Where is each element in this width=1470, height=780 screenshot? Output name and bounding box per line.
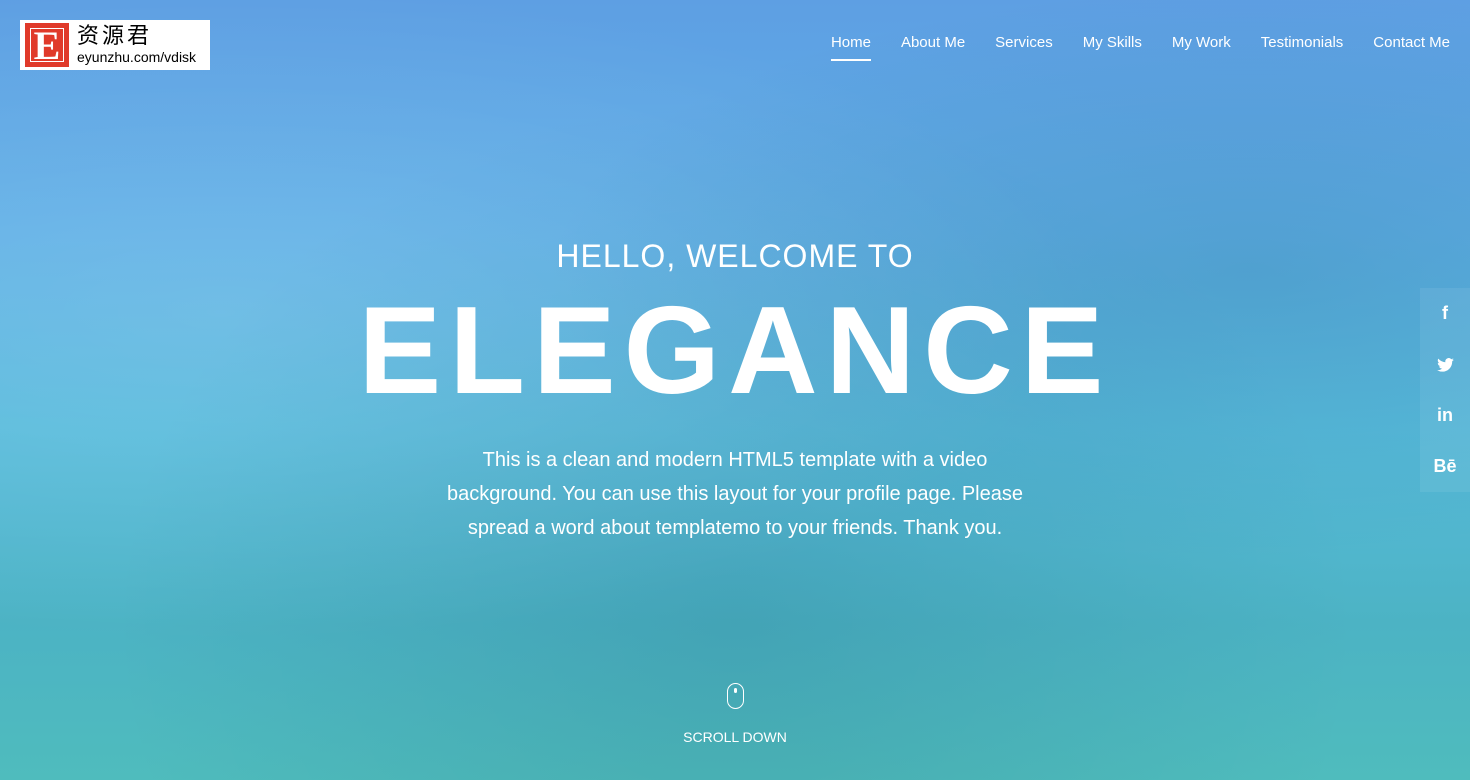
scroll-down[interactable]: SCROLL DOWN [0,683,1470,745]
hero: HELLO, WELCOME TO ELEGANCE This is a cle… [0,238,1470,545]
nav-testimonials[interactable]: Testimonials [1261,34,1344,61]
scroll-down-label: SCROLL DOWN [683,729,787,745]
logo[interactable]: E 资源君 eyunzhu.com/vdisk [20,20,210,70]
main-nav: Home About Me Services My Skills My Work… [830,34,1450,61]
facebook-icon[interactable]: f [1420,288,1470,339]
logo-url: eyunzhu.com/vdisk [77,49,197,65]
social-bar: f in Bē [1420,288,1470,492]
behance-icon[interactable]: Bē [1420,441,1470,492]
logo-chinese: 资源君 [77,24,153,49]
nav-services[interactable]: Services [995,34,1053,61]
hero-description: This is a clean and modern HTML5 templat… [447,449,1023,539]
logo-mark: E [25,23,69,68]
linkedin-icon[interactable]: in [1420,390,1470,441]
mouse-icon [726,683,744,709]
hero-subtitle: HELLO, WELCOME TO [556,238,914,274]
nav-my-skills[interactable]: My Skills [1083,34,1142,61]
twitter-icon[interactable] [1420,339,1470,390]
hero-title: ELEGANCE [358,282,1112,420]
nav-my-work[interactable]: My Work [1172,34,1231,61]
nav-contact-me[interactable]: Contact Me [1373,34,1450,61]
nav-home[interactable]: Home [830,34,871,61]
nav-about-me[interactable]: About Me [901,34,965,61]
